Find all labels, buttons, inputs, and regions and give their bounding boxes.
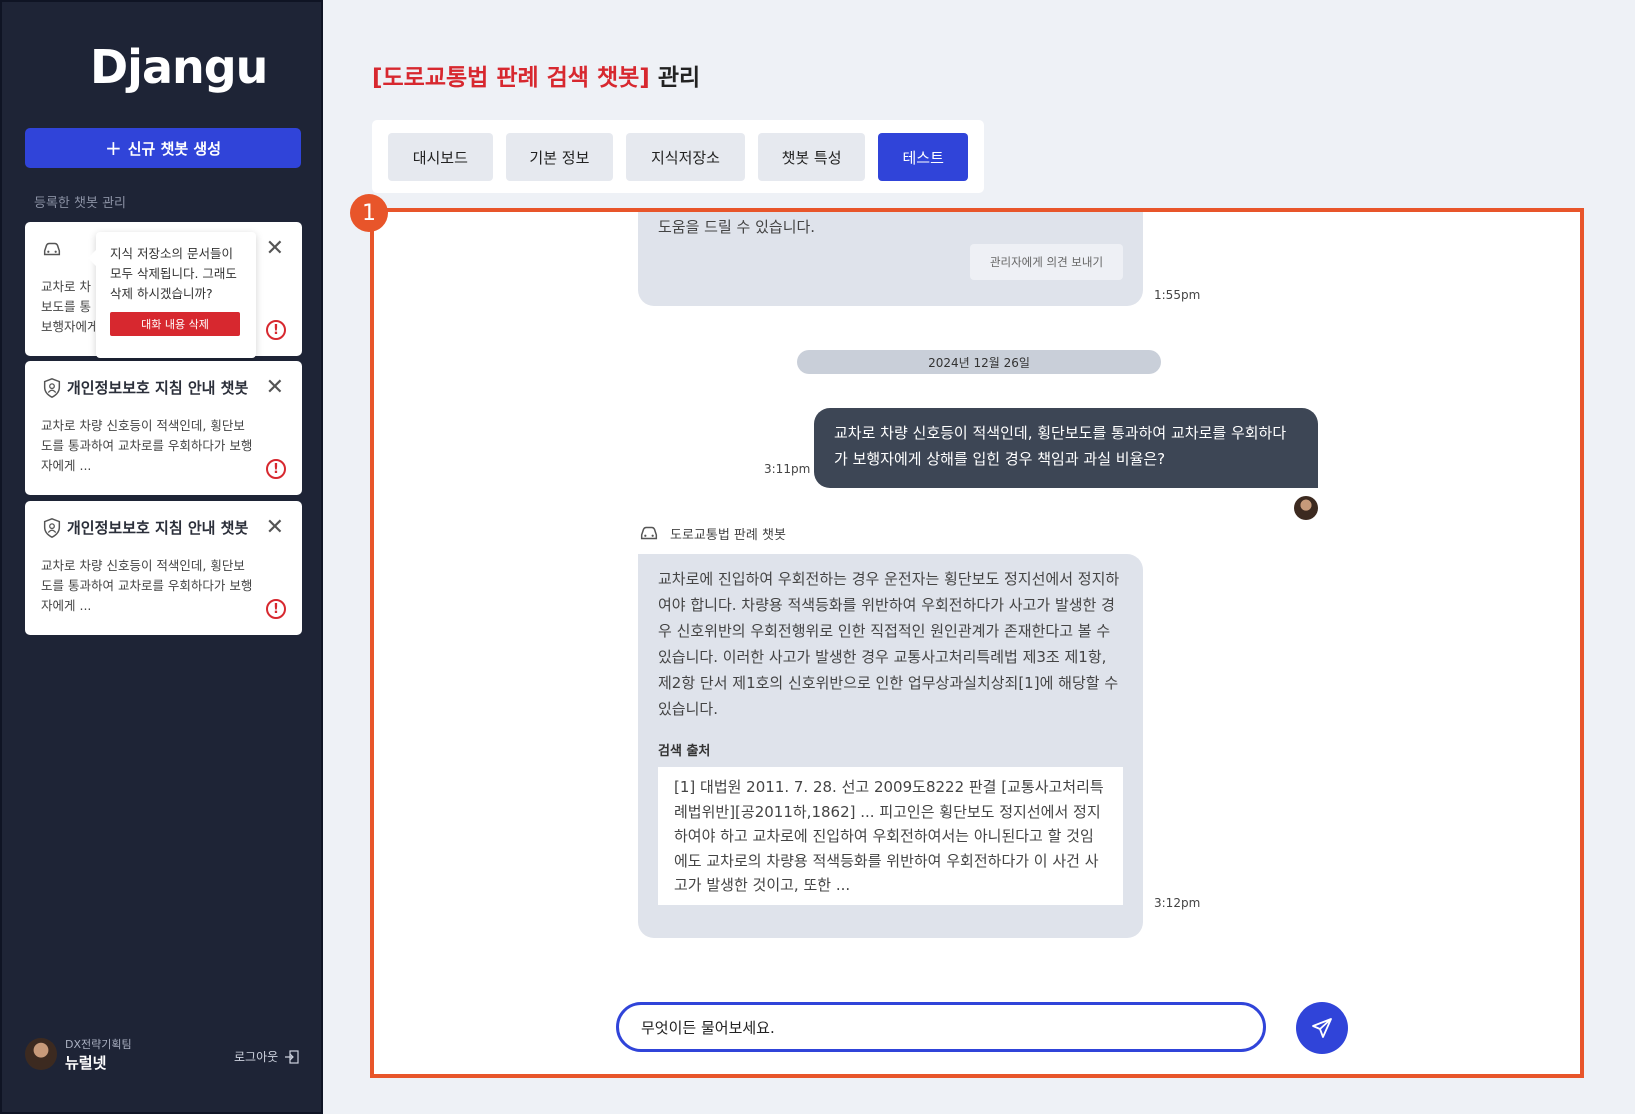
page-title: [도로교통법 판례 검색 챗봇] 관리 [372,58,700,92]
source-title: 검색 출처 [658,744,711,759]
bot-message: 교차로에 진입하여 우회전하는 경우 운전자는 횡단보도 정지선에서 정지하여야… [638,554,1143,938]
warning-icon: ! [266,599,286,619]
sidebar: Djangu + 신규 챗봇 생성 등록한 챗봇 관리 교차로 차 보도를 통 … [0,0,323,1114]
new-chatbot-label: 신규 챗봇 생성 [127,139,221,158]
user-profile: DX전략기획팀 뉴럴넷 [25,1038,132,1072]
card-title: 개인정보보호 지침 안내 챗봇 [67,519,249,537]
close-icon[interactable]: ✕ [266,517,284,539]
card-title: 개인정보보호 지침 안내 챗봇 [67,379,249,397]
page-title-chatbot: [도로교통법 판례 검색 챗봇] [372,65,650,91]
card-body: 교차로 차량 신호등이 적색인데, 횡단보도를 통과하여 교차로를 우회하다가 … [41,558,253,613]
tab-test[interactable]: 테스트 [878,133,968,181]
page-title-suffix: 관리 [649,65,701,91]
send-button[interactable] [1296,1002,1348,1054]
message-time: 3:11pm [764,462,811,476]
send-icon [1312,1018,1332,1038]
shield-person-icon [43,518,61,538]
chatbot-card[interactable]: 개인정보보호 지침 안내 챗봇 ✕ 교차로 차량 신호등이 적색인데, 횡단보도… [25,361,302,495]
avatar [1294,496,1318,520]
tab-basic-info[interactable]: 기본 정보 [505,133,614,181]
logo: Djangu [90,40,268,94]
tab-bar: 대시보드 기본 정보 지식저장소 챗봇 특성 테스트 [372,120,984,193]
bot-name: 도로교통법 판례 챗봇 [670,527,786,543]
close-icon[interactable]: ✕ [266,377,284,399]
step-marker: 1 [350,194,388,232]
logout-icon [285,1049,299,1064]
message-time: 3:12pm [1154,896,1201,910]
message-time: 1:55pm [1154,288,1201,302]
shield-person-icon [43,378,61,398]
previous-bot-text: 도움을 드릴 수 있습니다. [658,218,816,236]
user-team: DX전략기획팀 [65,1038,132,1051]
delete-confirm-popover: 지식 저장소의 문서들이 모두 삭제됩니다. 그래도 삭제 하시겠습니까? 대화… [88,232,256,358]
tab-knowledge-store[interactable]: 지식저장소 [626,133,745,181]
date-divider: 2024년 12월 26일 [797,350,1161,374]
bot-label: 도로교통법 판례 챗봇 [638,522,786,544]
previous-bot-message: 도움을 드릴 수 있습니다. 관리자에게 의견 보내기 [638,212,1143,306]
tab-dashboard[interactable]: 대시보드 [388,133,493,181]
logout-label: 로그아웃 [234,1050,279,1064]
message-input[interactable]: 무엇이든 물어보세요. [616,1002,1266,1052]
user-name: 뉴럴넷 [65,1054,107,1072]
new-chatbot-button[interactable]: + 신규 챗봇 생성 [25,128,301,168]
close-icon[interactable]: ✕ [266,238,284,260]
tab-chatbot-traits[interactable]: 챗봇 특성 [757,133,866,181]
send-feedback-button[interactable]: 관리자에게 의견 보내기 [970,244,1123,280]
avatar [25,1038,57,1070]
warning-icon: ! [266,459,286,479]
popover-text: 지식 저장소의 문서들이 모두 삭제됩니다. 그래도 삭제 하시겠습니까? [110,246,237,301]
bot-answer: 교차로에 진입하여 우회전하는 경우 운전자는 횡단보도 정지선에서 정지하여야… [658,570,1120,718]
warning-icon: ! [266,320,286,340]
car-icon [43,242,61,256]
user-message: 교차로 차량 신호등이 적색인데, 횡단보도를 통과하여 교차로를 우회하다가 … [814,408,1318,488]
plus-icon: + [104,136,122,160]
chat-panel: 도움을 드릴 수 있습니다. 관리자에게 의견 보내기 1:55pm 2024년… [370,208,1584,1078]
card-body: 교차로 차량 신호등이 적색인데, 횡단보도를 통과하여 교차로를 우회하다가 … [41,418,253,473]
source-box: [1] 대법원 2011. 7. 28. 선고 2009도8222 판결 [교통… [658,767,1123,905]
car-icon [640,526,658,540]
delete-conversation-button[interactable]: 대화 내용 삭제 [110,312,240,336]
chatbot-card[interactable]: 개인정보보호 지침 안내 챗봇 ✕ 교차로 차량 신호등이 적색인데, 횡단보도… [25,501,302,635]
section-label: 등록한 챗봇 관리 [34,196,126,211]
logout-button[interactable]: 로그아웃 [234,1048,300,1065]
